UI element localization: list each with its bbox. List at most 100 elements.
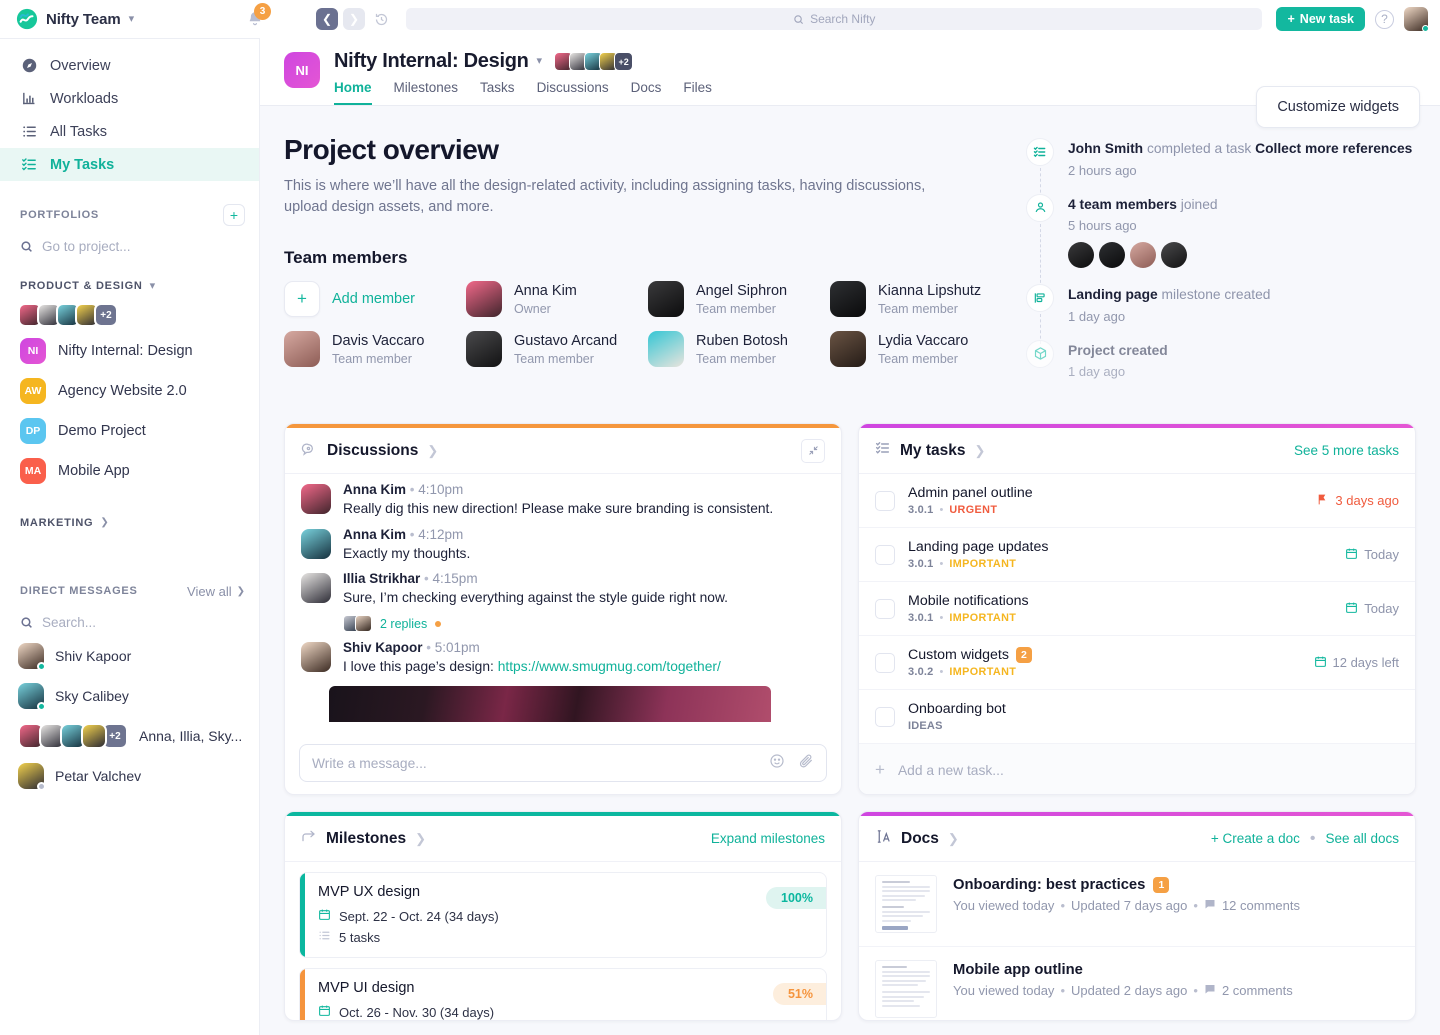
message-composer: Write a message... — [285, 734, 841, 794]
create-doc-link[interactable]: + Create a doc — [1211, 831, 1300, 846]
team-member[interactable]: Lydia Vaccaro Team member — [830, 331, 1002, 368]
expand-milestones-link[interactable]: Expand milestones — [711, 831, 825, 846]
sidebar: Overview Workloads All Tasks My Tasks PO… — [0, 38, 260, 1035]
task-priority: IMPORTANT — [949, 612, 1017, 625]
tab-discussions[interactable]: Discussions — [537, 80, 609, 105]
task-row[interactable]: Custom widgets 2 3.0.2 • IMPORTANT 12 days… — [859, 636, 1415, 691]
task-row[interactable]: Admin panel outline 3.0.1 • URGENT 3 days … — [859, 474, 1415, 529]
view-all-dms-button[interactable]: View all ❯ — [187, 584, 245, 599]
tab-milestones[interactable]: Milestones — [394, 80, 459, 105]
activity-item: Landing page milestone created 1 day ago — [1026, 284, 1416, 344]
member-name: Ruben Botosh — [696, 332, 788, 349]
member-name: Davis Vaccaro — [332, 332, 425, 349]
sidebar-project-demo-project[interactable]: DP Demo Project — [0, 411, 259, 451]
team-member[interactable]: Ruben Botosh Team member — [648, 331, 820, 368]
new-task-button[interactable]: + New task — [1276, 7, 1365, 31]
emoji-icon[interactable] — [769, 753, 785, 774]
sidebar-project-agency-website[interactable]: AW Agency Website 2.0 — [0, 371, 259, 411]
team-member[interactable]: Anna Kim Owner — [466, 281, 638, 318]
separator-dot: • — [1309, 829, 1316, 847]
dm-search-input[interactable]: Search... — [0, 608, 259, 636]
milestones-list: MVP UX design Sept. 22 - Oct. 24 (34 day… — [285, 862, 841, 1021]
add-task-input[interactable]: + Add a new task... — [859, 744, 1415, 795]
project-icon: AW — [20, 378, 46, 404]
member-name: Kianna Lipshutz — [878, 282, 982, 299]
group-product-design[interactable]: PRODUCT & DESIGN ▾ — [0, 276, 259, 296]
message-input[interactable]: Write a message... — [299, 744, 827, 783]
collapse-icon[interactable] — [801, 438, 825, 463]
calendar-icon — [318, 1004, 331, 1020]
nifty-logo-icon — [16, 8, 38, 30]
member-role: Team member — [332, 352, 412, 367]
chevron-right-icon[interactable]: ❯ — [974, 443, 985, 459]
see-all-docs-link[interactable]: See all docs — [1325, 831, 1399, 846]
sidebar-item-all-tasks[interactable]: All Tasks — [0, 115, 259, 148]
chevron-down-icon[interactable]: ▾ — [537, 56, 543, 67]
avatar — [1130, 242, 1156, 269]
message-image-preview[interactable] — [329, 685, 771, 722]
chevron-right-icon[interactable]: ❯ — [415, 831, 426, 847]
chevron-right-icon[interactable]: ❯ — [948, 831, 959, 847]
dm-shiv-kapoor[interactable]: Shiv Kapoor — [0, 636, 259, 676]
view-all-label: View all — [187, 583, 232, 599]
milestone-card[interactable]: MVP UX design Sept. 22 - Oct. 24 (34 day… — [299, 872, 827, 959]
add-member-button[interactable]: + Add member — [284, 281, 456, 318]
add-portfolio-button[interactable]: + — [223, 204, 245, 226]
sidebar-item-overview[interactable]: Overview — [0, 49, 259, 82]
plus-icon: + — [875, 760, 885, 780]
group-marketing[interactable]: MARKETING ❯ — [0, 513, 259, 533]
top-right-actions: + New task ? — [1276, 7, 1440, 32]
doc-row[interactable]: Onboarding: best practices 1 You viewed … — [859, 862, 1415, 948]
milestone-card[interactable]: MVP UI design Oct. 26 - Nov. 30 (34 days… — [299, 968, 827, 1021]
dm-petar-valchev[interactable]: Petar Valchev — [0, 756, 259, 796]
project-member-avatars[interactable]: +2 — [554, 52, 634, 71]
team-member[interactable]: Davis Vaccaro Team member — [284, 331, 456, 368]
customize-widgets-button[interactable]: Customize widgets — [1256, 86, 1420, 128]
help-icon[interactable]: ? — [1375, 9, 1394, 29]
team-member[interactable]: Gustavo Arcand Team member — [466, 331, 638, 368]
notifications-button[interactable]: 3 — [240, 3, 271, 34]
task-checkbox[interactable] — [875, 706, 895, 727]
search-icon — [21, 616, 32, 628]
forward-button[interactable]: ❯ — [343, 8, 365, 30]
chevron-down-icon[interactable]: ▾ — [129, 13, 135, 25]
doc-row[interactable]: Mobile app outline You viewed today • Upd… — [859, 947, 1415, 1020]
tab-files[interactable]: Files — [683, 80, 712, 105]
avatar[interactable] — [1404, 7, 1429, 32]
task-checkbox[interactable] — [875, 652, 895, 673]
go-to-project-input[interactable]: Go to project... — [0, 232, 259, 260]
plus-icon: + — [1287, 12, 1295, 26]
tab-docs[interactable]: Docs — [631, 80, 662, 105]
task-checkbox[interactable] — [875, 598, 895, 619]
task-checkbox[interactable] — [875, 544, 895, 565]
global-search-input[interactable]: Search Nifty — [406, 8, 1263, 30]
new-task-label: New task — [1299, 12, 1354, 26]
sidebar-item-workloads[interactable]: Workloads — [0, 82, 259, 115]
task-row[interactable]: Onboarding bot IDEAS — [859, 690, 1415, 745]
sidebar-project-nifty-internal-design[interactable]: NI Nifty Internal: Design — [0, 331, 259, 371]
history-icon[interactable] — [370, 8, 392, 30]
member-name: Anna Kim — [514, 282, 577, 299]
task-row[interactable]: Landing page updates 3.0.1 • IMPORTANT Tod… — [859, 528, 1415, 583]
task-row[interactable]: Mobile notifications 3.0.1 • IMPORTANT Tod… — [859, 582, 1415, 637]
sidebar-item-my-tasks[interactable]: My Tasks — [0, 148, 259, 181]
brand-area[interactable]: Nifty Team ▾ — [0, 0, 260, 38]
tab-tasks[interactable]: Tasks — [480, 80, 515, 105]
task-checkbox[interactable] — [875, 490, 895, 511]
tab-home[interactable]: Home — [334, 80, 372, 105]
dm-sky-calibey[interactable]: Sky Calibey — [0, 676, 259, 716]
message-link[interactable]: https://www.smugmug.com/together/ — [498, 659, 721, 674]
group-member-avatars[interactable]: +2 — [0, 303, 259, 327]
chevron-right-icon[interactable]: ❯ — [427, 443, 438, 459]
dm-group-anna-illia-sky[interactable]: +2 Anna, Illia, Sky... — [0, 716, 259, 756]
avatar — [18, 683, 46, 711]
team-member[interactable]: Kianna Lipshutz Team member — [830, 281, 1002, 318]
task-due-label: 3 days ago — [1335, 493, 1399, 509]
back-button[interactable]: ❮ — [316, 8, 338, 30]
attachment-icon[interactable] — [798, 753, 814, 774]
compass-icon — [20, 57, 38, 75]
see-more-tasks-link[interactable]: See 5 more tasks — [1294, 443, 1399, 458]
team-member[interactable]: Angel Siphron Team member — [648, 281, 820, 318]
sidebar-project-mobile-app[interactable]: MA Mobile App — [0, 451, 259, 491]
message-replies-button[interactable]: 2 replies — [343, 615, 825, 633]
